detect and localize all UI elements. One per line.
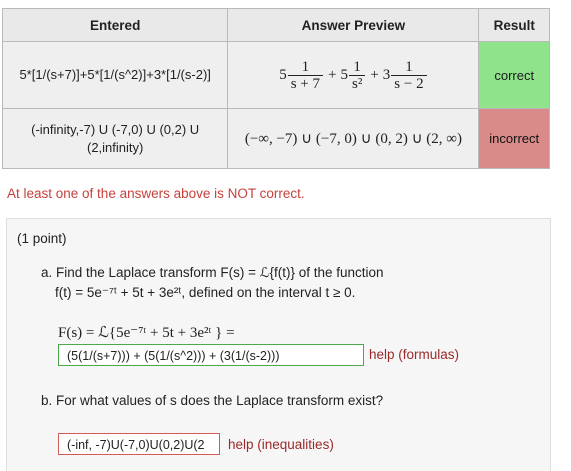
table-row: (-infinity,-7) U (-7,0) U (0,2) U (2,inf… — [1, 108, 550, 169]
result-badge-correct: correct — [478, 41, 550, 109]
preview-fraction-1: 1s + 7 — [287, 59, 324, 92]
part-a-line-2: f(t) = 5e⁻⁷ᵗ + 5t + 3e²ᵗ, defined on the… — [55, 285, 356, 300]
entered-answer-a: 5*[1/(s+7)]+5*[1/(s^2)]+3*[1/(s-2)] — [1, 41, 229, 109]
answer-input-b[interactable]: (-inf, -7)U(-7,0)U(0,2)U(2 — [58, 433, 220, 455]
part-a-prompt: a. Find the Laplace transform F(s) = ℒ{f… — [41, 263, 384, 303]
points-label: (1 point) — [17, 231, 67, 246]
result-header: Result — [478, 8, 550, 42]
preview-header: Answer Preview — [227, 8, 480, 42]
preview-coef-2: 5 — [340, 66, 348, 83]
answer-preview-b: (−∞, −7) ∪ (−7, 0) ∪ (0, 2) ∪ (2, ∞) — [227, 108, 480, 169]
result-badge-incorrect: incorrect — [478, 108, 550, 169]
problem-panel: (1 point) a. Find the Laplace transform … — [6, 218, 551, 471]
answer-preview-a: 51s + 7 +5 1 s² +3 1 s − 2 — [227, 41, 480, 109]
part-a-line-1: a. Find the Laplace transform F(s) = ℒ{f… — [41, 265, 384, 280]
incorrect-warning-message: At least one of the answers above is NOT… — [7, 186, 305, 201]
help-inequalities-link[interactable]: help (inequalities) — [228, 437, 334, 452]
help-formulas-link[interactable]: help (formulas) — [369, 347, 459, 362]
preview-fraction-3: 1s − 2 — [391, 59, 427, 92]
answer-results-table: Entered Answer Preview Result 5*[1/(s+7)… — [1, 8, 550, 169]
table-row: 5*[1/(s+7)]+5*[1/(s^2)]+3*[1/(s-2)] 51s … — [1, 41, 550, 109]
preview-coef-3: 3 — [382, 66, 391, 83]
preview-fraction-2: 1 s² — [348, 59, 366, 92]
part-b-prompt: b. For what values of s does the Laplace… — [41, 393, 384, 408]
entered-answer-b: (-infinity,-7) U (-7,0) U (0,2) U (2,inf… — [1, 108, 229, 169]
answer-input-a[interactable]: (5(1/(s+7))) + (5(1/(s^2))) + (3(1/(s-2)… — [58, 344, 364, 366]
laplace-equation: F(s) = ℒ{5e⁻⁷ᵗ + 5t + 3e²ᵗ } = — [58, 325, 235, 341]
entered-header: Entered — [1, 8, 229, 42]
preview-coef-1: 5 — [279, 66, 287, 83]
